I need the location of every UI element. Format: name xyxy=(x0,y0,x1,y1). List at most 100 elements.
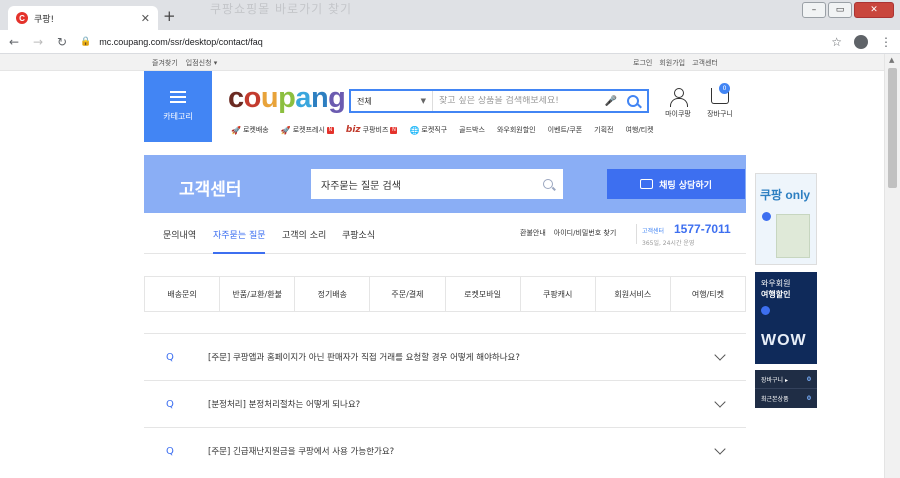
chat-consult-button[interactable]: 채팅 상담하기 xyxy=(607,169,745,199)
service-hours: 365일, 24시간 운영 xyxy=(642,240,695,247)
tab-customer-voice[interactable]: 고객의 소리 xyxy=(282,228,326,241)
signup-link[interactable]: 회원가입 xyxy=(659,58,685,68)
logo-letter: o xyxy=(243,82,262,114)
chevron-down-icon[interactable] xyxy=(714,396,726,408)
back-arrow-icon[interactable]: ← xyxy=(8,35,20,49)
rocket-fresh-icon: 🚀 xyxy=(280,125,291,135)
search-category-value: 전체 xyxy=(357,96,372,106)
cart-label: 장바구니 xyxy=(707,110,733,118)
scroll-up-arrow-icon[interactable]: ▲ xyxy=(889,56,894,64)
recent-viewed-count: 0 xyxy=(806,395,811,402)
recent-viewed-row[interactable]: 최근본상품 0 xyxy=(755,389,817,408)
ad-title-line: 와우회원 xyxy=(761,279,791,288)
topbar-link[interactable]: 입점신청 ▾ xyxy=(186,58,218,68)
faq-category-grid: 배송문의 반품/교환/환불 정기배송 주문/결제 로켓모바일 쿠팡캐시 회원서비… xyxy=(144,276,746,312)
profile-avatar-icon[interactable] xyxy=(854,34,868,49)
faq-item[interactable]: Q [주문] 긴급재난지원금을 쿠팡에서 사용 가능한가요? xyxy=(144,427,746,474)
page-scrollbar[interactable]: ▲ xyxy=(884,54,900,478)
search-input[interactable] xyxy=(433,96,605,106)
product-image xyxy=(776,214,810,258)
faq-category[interactable]: 쿠팡캐시 xyxy=(521,277,596,311)
scrollbar-thumb[interactable] xyxy=(888,68,897,188)
mycoupang-button[interactable]: 마이쿠팡 xyxy=(661,88,695,119)
quicknav-rocket-direct[interactable]: 🌐 로켓직구 xyxy=(409,125,447,135)
faq-category[interactable]: 주문/결제 xyxy=(370,277,446,311)
faq-question: [분정처리] 분정처리절차는 어떻게 되나요? xyxy=(208,400,361,410)
side-ad-coupang-only[interactable]: 쿠팡 only xyxy=(755,173,817,265)
window-close-icon[interactable]: ✕ xyxy=(854,2,894,18)
coupang-logo[interactable]: coupang xyxy=(228,82,346,115)
faq-category[interactable]: 정기배송 xyxy=(295,277,371,311)
faq-category[interactable]: 로켓모바일 xyxy=(446,277,521,311)
faq-item[interactable]: Q [분정처리] 분정처리절차는 어떻게 되나요? xyxy=(144,380,746,427)
window-caption: 쿠팡쇼핑몰 바로가기 찾기 xyxy=(210,2,353,16)
topbar-link[interactable]: 즐겨찾기 xyxy=(152,58,178,68)
quicknav-wow-discount[interactable]: 와우회원할인 xyxy=(497,125,536,135)
logo-letter: u xyxy=(260,82,279,114)
mini-cart-label: 장바구니 ▸ xyxy=(761,376,788,384)
active-tab-indicator xyxy=(213,252,265,254)
quicknav-goldbox[interactable]: 골드박스 xyxy=(459,125,485,135)
forward-arrow-icon[interactable]: → xyxy=(32,35,44,49)
quicknav-biz[interactable]: biz 쿠팡비즈 N xyxy=(346,125,398,135)
faq-category[interactable]: 배송문의 xyxy=(145,277,221,311)
login-link[interactable]: 로그인 xyxy=(633,58,652,68)
close-tab-icon[interactable]: ✕ xyxy=(141,12,150,25)
refund-guide-link[interactable]: 환불안내 xyxy=(520,228,546,238)
page-title: 고객센터 xyxy=(179,180,242,200)
search-icon[interactable] xyxy=(627,95,639,107)
browser-tab[interactable]: C 쿠팡! ✕ xyxy=(8,6,158,30)
customer-center-tabs: 문의내역 자주묻는 질문 고객의 소리 쿠팡소식 환불안내 아이디/비밀번호 찾… xyxy=(144,214,746,254)
window-controls: – ▭ ✕ xyxy=(802,2,894,18)
chevron-down-icon[interactable] xyxy=(714,443,726,455)
user-icon xyxy=(670,88,688,107)
quicknav-rocket-delivery[interactable]: 🚀 로켓배송 xyxy=(231,125,269,135)
menu-kebab-icon[interactable]: ⋮ xyxy=(880,35,892,49)
quicknav-travel[interactable]: 여행/티켓 xyxy=(625,125,653,135)
quicknav-label: 로켓프레시 xyxy=(292,126,325,134)
tab-coupang-news[interactable]: 쿠팡소식 xyxy=(342,228,375,241)
biz-icon: biz xyxy=(345,125,361,135)
faq-category[interactable]: 여행/티켓 xyxy=(671,277,745,311)
mini-cart-row[interactable]: 장바구니 ▸ 0 xyxy=(755,370,817,389)
chevron-down-icon[interactable] xyxy=(714,349,726,361)
bookmark-star-icon[interactable]: ☆ xyxy=(831,35,842,49)
new-badge: N xyxy=(326,126,334,134)
quicknav-label: 로켓배송 xyxy=(242,126,269,134)
tab-title: 쿠팡! xyxy=(34,14,55,25)
faq-item[interactable]: Q [주문] 쿠팡앱과 홈페이지가 아닌 판매자가 직접 거래를 요청할 경우 … xyxy=(144,333,746,380)
url-field[interactable]: 🔒 mc.coupang.com/ssr/desktop/contact/faq xyxy=(80,37,831,47)
chat-button-label: 채팅 상담하기 xyxy=(659,180,712,191)
recent-viewed-label: 최근본상품 xyxy=(761,396,789,403)
rocket-icon: 🚀 xyxy=(231,125,241,135)
ad-title: 와우회원 여행할인 xyxy=(761,278,790,300)
customer-center-link[interactable]: 고객센터 xyxy=(692,58,718,68)
quicknav-events[interactable]: 이벤트/쿠폰 xyxy=(548,125,583,135)
search-category-select[interactable]: 전체 ▼ xyxy=(351,91,433,111)
category-label: 카테고리 xyxy=(163,112,193,121)
minimize-icon[interactable]: – xyxy=(802,2,826,18)
quick-nav: 🚀 로켓배송 🚀 로켓프레시 N biz 쿠팡비즈 N 🌐 로켓직구 골드박스 와우회원할인… xyxy=(231,125,654,135)
faq-category[interactable]: 반품/교환/환불 xyxy=(220,277,296,311)
new-tab-icon[interactable]: + xyxy=(163,9,176,24)
logo-letter: c xyxy=(228,82,244,114)
faq-question: [주문] 쿠팡앱과 홈페이지가 아닌 판매자가 직접 거래를 요청할 경우 어떻… xyxy=(208,353,520,363)
browser-titlebar: C 쿠팡! ✕ + 쿠팡쇼핑몰 바로가기 찾기 – ▭ ✕ xyxy=(0,0,900,30)
category-button[interactable]: 카테고리 xyxy=(144,71,212,142)
mycoupang-label: 마이쿠팡 xyxy=(665,110,691,118)
side-ad-wow-travel[interactable]: 와우회원 여행할인 WOW xyxy=(755,272,817,364)
tab-faq[interactable]: 자주묻는 질문 xyxy=(213,228,266,241)
maximize-icon[interactable]: ▭ xyxy=(828,2,852,18)
quicknav-exhibition[interactable]: 기획전 xyxy=(594,125,613,135)
find-account-link[interactable]: 아이디/비밀번호 찾기 xyxy=(554,228,617,238)
chevron-down-icon: ▼ xyxy=(420,97,426,105)
tab-inquiries[interactable]: 문의내역 xyxy=(163,228,196,241)
reload-icon[interactable]: ↻ xyxy=(56,35,68,49)
faq-search-input[interactable]: 자주묻는 질문 검색 xyxy=(311,169,563,199)
address-bar: ← → ↻ 🔒 mc.coupang.com/ssr/desktop/conta… xyxy=(0,30,900,54)
quicknav-rocket-fresh[interactable]: 🚀 로켓프레시 N xyxy=(281,125,334,135)
url-text: mc.coupang.com/ssr/desktop/contact/faq xyxy=(99,36,263,47)
faq-category[interactable]: 회원서비스 xyxy=(596,277,671,311)
microphone-icon[interactable]: 🎤 xyxy=(605,96,617,107)
search-icon[interactable] xyxy=(543,179,553,189)
